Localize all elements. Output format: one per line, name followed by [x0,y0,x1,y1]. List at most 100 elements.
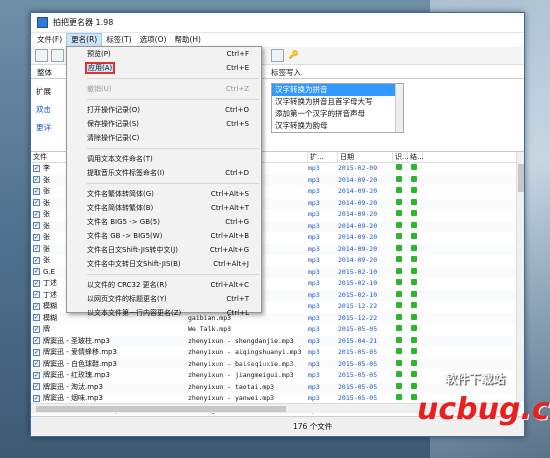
row-checkbox[interactable]: ✓ [33,279,40,287]
status-ok-icon [395,313,402,320]
row-checkbox[interactable]: ✓ [33,210,40,218]
row-checkbox[interactable]: ✓ [33,268,40,275]
status-ok-icon [410,198,417,205]
table-row[interactable]: ✓ 牌窦迅 - 圣玻柱.mp3 zhenyixun - shengdanjie.mp… [31,335,524,348]
scroll-thumb[interactable] [518,164,524,192]
menu-item[interactable]: 以文本文件第一行内容更名(Z) Ctrl+L [67,306,261,320]
row-checkbox-cell[interactable]: ✓ [31,313,41,325]
cell-recognize [391,232,406,244]
menu-item: 撤销(U) Ctrl+Z [67,82,261,96]
menu-rename[interactable]: 更名(R) [66,33,103,47]
menu-item[interactable]: 以文件的 CRC32 更名(R) Ctrl+Alt+C [67,278,261,292]
menu-item[interactable]: 调用文本文件命名(T) [67,152,261,166]
row-checkbox-cell[interactable]: ✓ [31,244,41,256]
menu-item[interactable]: 文件名 GB -> BIG5(W) Ctrl+Alt+B [67,229,261,243]
row-checkbox[interactable]: ✓ [33,256,40,264]
more-details-link[interactable]: 更详 [36,119,51,137]
menu-item-label: 文件名 GB -> BIG5(W) [87,232,163,240]
menu-item[interactable]: 预览(P) Ctrl+F [67,47,261,61]
menu-item[interactable]: 文件名日文Shift-JIS转中文(J) Ctrl+Alt+G [67,243,261,257]
row-checkbox[interactable]: ✓ [33,245,40,252]
row-checkbox[interactable]: ✓ [33,291,40,298]
cell-date: 2015-05-05 [338,348,378,356]
refresh-icon[interactable] [51,49,64,62]
row-checkbox-cell[interactable]: ✓ [31,186,41,198]
menu-item[interactable]: 文件名繁体转简体(G) Ctrl+Alt+S [67,187,261,201]
tab-tag-write[interactable]: 标签写入 [271,67,301,78]
cell-new-name: We Talk.mp3 [188,325,232,333]
row-checkbox-cell[interactable]: ✓ [31,278,41,290]
menu-item[interactable]: 文件名中文转日文Shift-JIS(B) Ctrl+Alt+J [67,257,261,271]
menu-tag[interactable]: 标签(T) [102,33,135,47]
row-checkbox-cell[interactable]: ✓ [31,255,41,267]
row-checkbox[interactable]: ✓ [33,314,40,321]
header-ext[interactable]: 扩... [308,152,338,162]
row-checkbox[interactable]: ✓ [33,371,40,379]
row-checkbox[interactable]: ✓ [33,337,40,344]
row-checkbox[interactable]: ✓ [33,394,40,402]
vertical-scrollbar[interactable] [516,152,524,402]
menu-item[interactable]: 保存操作记录(S) Ctrl+S [67,117,261,131]
row-checkbox-cell[interactable]: ✓ [31,221,41,233]
double-click-link[interactable]: 双击 [36,101,51,119]
row-checkbox-cell[interactable]: ✓ [31,163,41,175]
row-checkbox-cell[interactable]: ✓ [31,324,41,336]
cell-date: 2015-05-05 [338,359,378,368]
menu-options[interactable]: 选项(O) [136,33,171,47]
menu-help[interactable]: 帮助(H) [170,33,205,47]
folder-icon[interactable] [35,49,48,62]
option-item[interactable]: 汉字转换为拼音且首字母大写 [272,96,403,108]
header-date[interactable]: 日期 [338,152,393,162]
row-checkbox-cell[interactable]: ✓ [31,382,41,394]
row-checkbox[interactable]: ✓ [33,360,40,367]
row-checkbox-cell[interactable]: ✓ [31,347,41,359]
row-checkbox[interactable]: ✓ [33,233,40,241]
row-checkbox[interactable]: ✓ [33,348,40,356]
row-checkbox-cell[interactable]: ✓ [31,267,41,279]
row-checkbox-cell[interactable]: ✓ [31,370,41,382]
row-checkbox[interactable]: ✓ [33,222,40,229]
row-checkbox[interactable]: ✓ [33,302,40,310]
row-checkbox[interactable]: ✓ [33,187,40,195]
row-checkbox-cell[interactable]: ✓ [31,232,41,244]
row-checkbox-cell[interactable]: ✓ [31,290,41,302]
menu-item[interactable]: 提取音乐文件标签命名(I) Ctrl+D [67,166,261,180]
row-checkbox[interactable]: ✓ [33,199,40,206]
row-checkbox[interactable]: ✓ [33,176,40,183]
menu-item[interactable]: 文件名简体转繁体(B) Ctrl+Alt+T [67,201,261,215]
cell-filename: 牌窦迅 - 爱情蜂移.mp3 [43,348,117,356]
menu-file[interactable]: 文件(F) [33,33,66,47]
row-checkbox-cell[interactable]: ✓ [31,336,41,348]
row-checkbox-cell[interactable]: ✓ [31,301,41,313]
menu-separator [87,78,259,79]
row-checkbox[interactable]: ✓ [33,164,40,172]
cell-date: 2014-09-20 [338,233,378,241]
menu-item-label: 以文件的 CRC32 更名(R) [87,281,167,289]
option-item[interactable]: 汉字转换为拼音 [272,84,403,96]
table-row[interactable]: ✓ 牌 We Talk.mp3 mp3 2015-05-05 [31,324,524,336]
menu-item[interactable]: 应用(A) Ctrl+E [67,61,261,75]
scroll-thumb[interactable] [36,406,286,412]
row-checkbox-cell[interactable]: ✓ [31,198,41,210]
row-checkbox-cell[interactable]: ✓ [31,175,41,187]
options-scrollbar[interactable] [395,84,403,132]
row-checkbox[interactable]: ✓ [33,383,40,390]
menu-item[interactable]: 以网页文件的标题更名(Y) Ctrl+T [67,292,261,306]
menu-item[interactable]: 文件名 BIG5 -> GB(5) Ctrl+G [67,215,261,229]
conversion-options-list[interactable]: 汉字转换为拼音 汉字转换为拼音且首字母大写 添加第一个汉字的拼音声母 汉字转换为… [271,83,404,133]
menu-item[interactable]: 打开操作记录(O) Ctrl+O [67,103,261,117]
row-checkbox-cell[interactable]: ✓ [31,209,41,221]
option-item[interactable]: 汉字转换为韵母 [272,120,403,132]
header-recognize[interactable]: 识... [393,152,409,162]
option-item[interactable]: 添加第一个汉字的拼音声母 [272,108,403,120]
grid-icon[interactable] [271,49,284,62]
row-checkbox[interactable]: ✓ [33,325,40,333]
cell-date: 2014-09-20 [338,244,378,253]
row-checkbox-cell[interactable]: ✓ [31,359,41,371]
key-icon[interactable]: 🔑 [287,49,300,62]
menu-item[interactable]: 清除操作记录(C) [67,131,261,145]
tab-overall[interactable]: 整体 [37,67,52,78]
header-result[interactable]: 结... [408,152,424,162]
cell-date: 2015-02-10 [338,279,378,287]
logo-cn-text: 软件下载站 [445,372,506,386]
